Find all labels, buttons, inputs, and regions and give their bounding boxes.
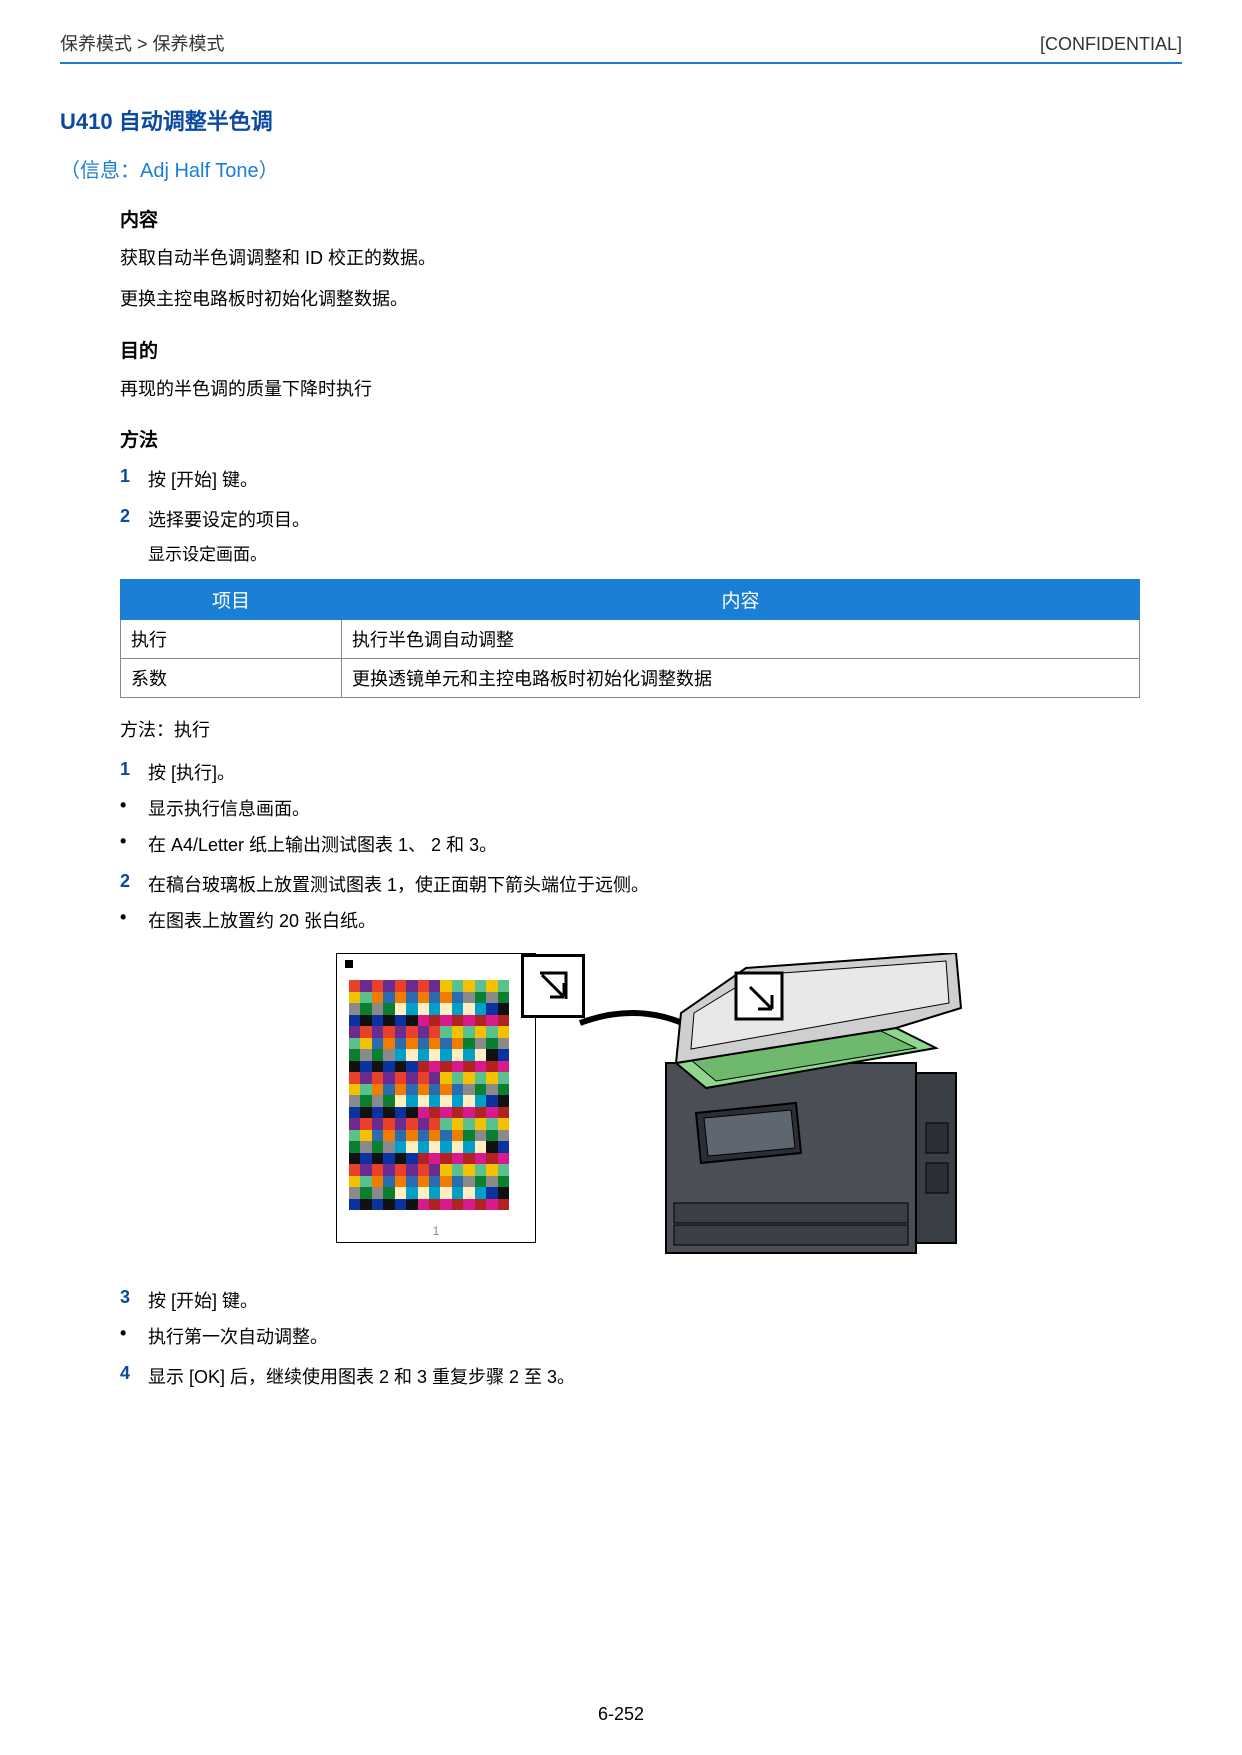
m2-step-3: 3 按 [开始] 键。 [120, 1287, 1182, 1313]
step-number: 4 [120, 1363, 148, 1384]
method2-heading: 方法：执行 [120, 716, 1182, 745]
bullet: •显示执行信息画面。 [120, 795, 1182, 821]
table-cell: 系数 [121, 659, 342, 698]
m2-bullets-2: •在图表上放置约 20 张白纸。 [120, 907, 1182, 933]
content-heading: 内容 [120, 205, 1182, 232]
page: 保养模式 > 保养模式 [CONFIDENTIAL] U410 自动调整半色调 … [0, 0, 1242, 1755]
section-title: U410 自动调整半色调 [60, 104, 1182, 136]
m2-step-4: 4 显示 [OK] 后，继续使用图表 2 和 3 重复步骤 2 至 3。 [120, 1363, 1182, 1389]
table-cell: 更换透镜单元和主控电路板时初始化调整数据 [342, 659, 1140, 698]
method2-steps: 1 按 [执行]。 [120, 759, 1182, 785]
chart-label: 1 [433, 1224, 440, 1238]
bullet-text: 在图表上放置约 20 张白纸。 [148, 907, 376, 933]
table-row: 执行 执行半色调自动调整 [121, 620, 1140, 659]
chart-marker [345, 960, 353, 968]
confidential-label: [CONFIDENTIAL] [1040, 34, 1182, 55]
step-2-sub: 显示设定画面。 [148, 540, 1182, 565]
step-text: 按 [开始] 键。 [148, 1287, 1182, 1313]
step-2: 2 选择要设定的项目。 [120, 506, 1182, 532]
method-steps: 1 按 [开始] 键。 2 选择要设定的项目。 [120, 466, 1182, 532]
step-1: 1 按 [开始] 键。 [120, 466, 1182, 492]
bullet-dot: • [120, 907, 148, 928]
purpose-text: 再现的半色调的质量下降时执行 [120, 375, 1182, 404]
method2-steps-4: 4 显示 [OK] 后，继续使用图表 2 和 3 重复步骤 2 至 3。 [120, 1363, 1182, 1389]
bullet-text: 执行第一次自动调整。 [148, 1323, 328, 1349]
step-text: 显示 [OK] 后，继续使用图表 2 和 3 重复步骤 2 至 3。 [148, 1363, 1182, 1389]
step-number: 1 [120, 466, 148, 487]
table-cell: 执行半色调自动调整 [342, 620, 1140, 659]
purpose-heading: 目的 [120, 336, 1182, 363]
m2-step-2: 2 在稿台玻璃板上放置测试图表 1，使正面朝下箭头端位于远侧。 [120, 871, 1182, 897]
step-number: 1 [120, 759, 148, 780]
method2-steps-2: 2 在稿台玻璃板上放置测试图表 1，使正面朝下箭头端位于远侧。 [120, 871, 1182, 897]
content-body: 内容 获取自动半色调调整和 ID 校正的数据。 更换主控电路板时初始化调整数据。… [120, 205, 1182, 1389]
page-number: 6-252 [598, 1704, 644, 1725]
bullet: •在 A4/Letter 纸上输出测试图表 1、 2 和 3。 [120, 831, 1182, 857]
bullet-text: 在 A4/Letter 纸上输出测试图表 1、 2 和 3。 [148, 831, 497, 857]
figure: 1 [120, 953, 1182, 1273]
printer-illustration [596, 953, 966, 1273]
content-text-1: 获取自动半色调调整和 ID 校正的数据。 [120, 244, 1182, 273]
method-heading: 方法 [120, 425, 1182, 452]
m2-bullets-3: •执行第一次自动调整。 [120, 1323, 1182, 1349]
step-text: 按 [开始] 键。 [148, 466, 1182, 492]
section-subtitle: （信息：Adj Half Tone） [60, 154, 1182, 183]
arrow-indicator-icon [521, 954, 585, 1018]
header-bar: 保养模式 > 保养模式 [CONFIDENTIAL] [60, 30, 1182, 64]
table-cell: 执行 [121, 620, 342, 659]
step-number: 2 [120, 871, 148, 892]
step-number: 2 [120, 506, 148, 527]
bullet-dot: • [120, 831, 148, 852]
step-text: 在稿台玻璃板上放置测试图表 1，使正面朝下箭头端位于远侧。 [148, 871, 1182, 897]
bullet: •在图表上放置约 20 张白纸。 [120, 907, 1182, 933]
m2-step-1: 1 按 [执行]。 [120, 759, 1182, 785]
content-text-2: 更换主控电路板时初始化调整数据。 [120, 285, 1182, 314]
step-text: 选择要设定的项目。 [148, 506, 1182, 532]
mosaic-pattern [349, 980, 509, 1210]
bullet-dot: • [120, 795, 148, 816]
m2-bullets-1: •显示执行信息画面。 •在 A4/Letter 纸上输出测试图表 1、 2 和 … [120, 795, 1182, 857]
breadcrumb: 保养模式 > 保养模式 [60, 30, 225, 56]
bullet-text: 显示执行信息画面。 [148, 795, 310, 821]
bullet: •执行第一次自动调整。 [120, 1323, 1182, 1349]
test-chart: 1 [336, 953, 536, 1243]
method2-steps-3: 3 按 [开始] 键。 [120, 1287, 1182, 1313]
bullet-dot: • [120, 1323, 148, 1344]
table-row: 系数 更换透镜单元和主控电路板时初始化调整数据 [121, 659, 1140, 698]
step-number: 3 [120, 1287, 148, 1308]
table-header-content: 内容 [342, 580, 1140, 620]
step-text: 按 [执行]。 [148, 759, 1182, 785]
settings-table: 项目 内容 执行 执行半色调自动调整 系数 更换透镜单元和主控电路板时初始化调整… [120, 579, 1140, 698]
table-header-item: 项目 [121, 580, 342, 620]
